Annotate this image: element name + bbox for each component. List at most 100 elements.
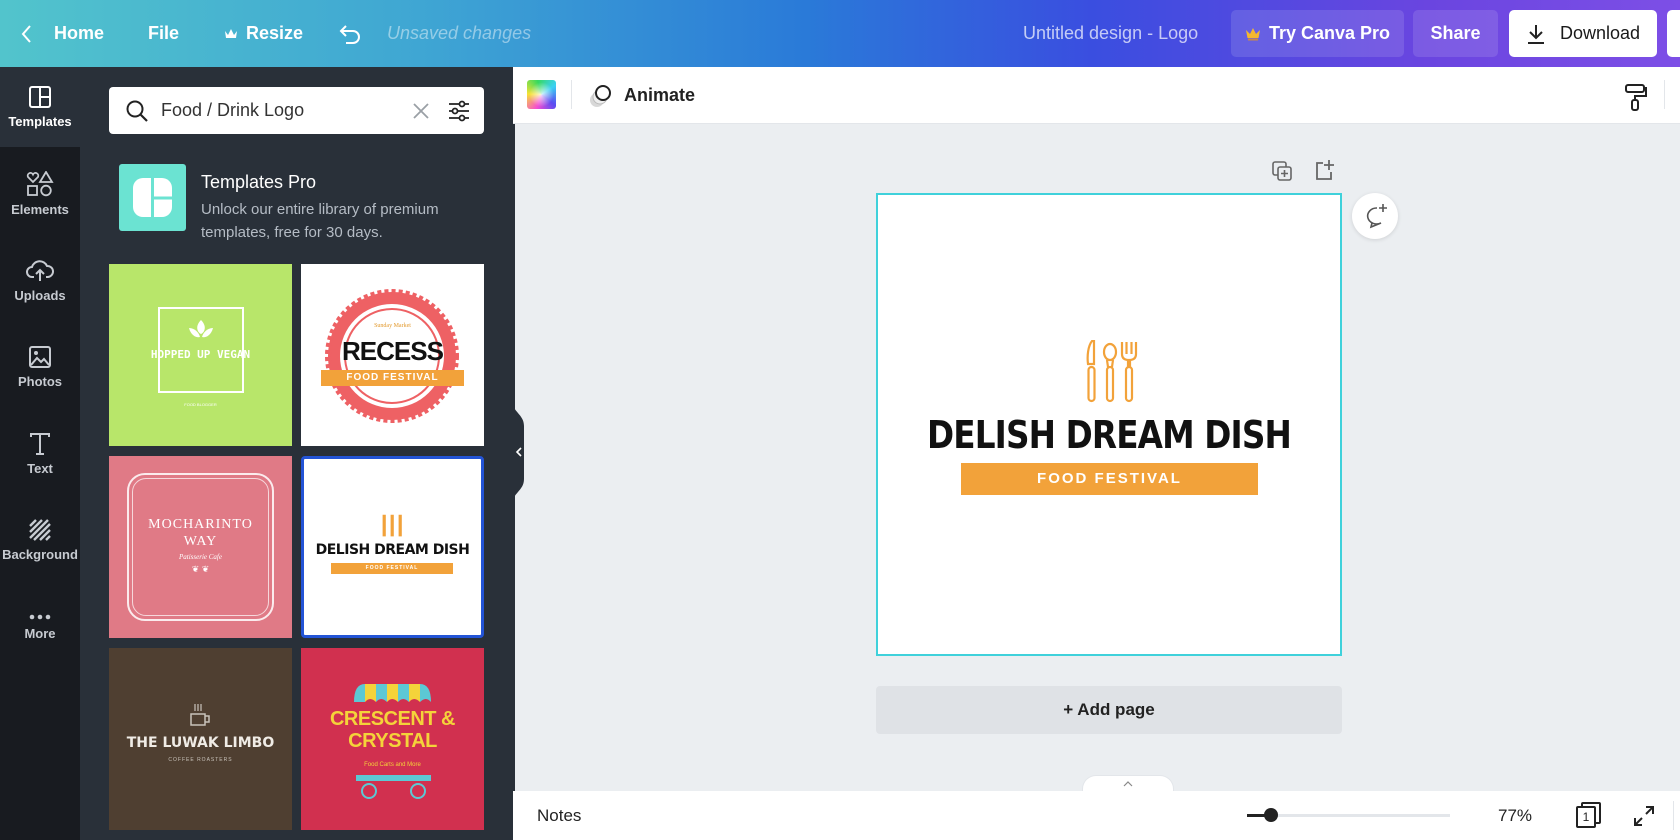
sidebar-item-more[interactable]: More bbox=[0, 587, 80, 667]
toolbar-divider bbox=[1664, 80, 1665, 109]
add-page-button[interactable]: + Add page bbox=[876, 686, 1342, 734]
page-count: 1 bbox=[1576, 806, 1596, 828]
undo-icon bbox=[339, 24, 360, 44]
templates-panel: Templates Pro Unlock our entire library … bbox=[80, 67, 515, 840]
sidebar-item-text[interactable]: Text bbox=[0, 414, 80, 494]
template-subtitle: FOOD FESTIVAL bbox=[331, 563, 453, 574]
resize-button[interactable]: Resize bbox=[224, 0, 303, 67]
template-title: DELISH DREAM DISH bbox=[315, 542, 470, 558]
animate-icon bbox=[590, 84, 611, 107]
logo-banner[interactable]: FOOD FESTIVAL bbox=[961, 463, 1258, 495]
template-tile[interactable]: Sunday Market RECESS FOOD FESTIVAL bbox=[301, 264, 484, 446]
template-title: CRESCENT & CRYSTAL bbox=[329, 708, 456, 752]
notes-button[interactable]: Notes bbox=[537, 791, 581, 840]
top-bar: Home File Resize Unsaved changes Untitle… bbox=[0, 0, 1680, 67]
sidebar-label: Background bbox=[2, 547, 78, 562]
file-menu-button[interactable]: File bbox=[148, 0, 179, 67]
template-title: RECESS bbox=[342, 336, 444, 366]
search-box bbox=[109, 87, 484, 134]
sidebar-item-background[interactable]: Background bbox=[0, 500, 80, 580]
templates-pro-icon bbox=[133, 178, 172, 217]
paint-roller-icon[interactable] bbox=[1624, 83, 1648, 111]
download-icon bbox=[1527, 24, 1544, 44]
collapse-panel-handle[interactable] bbox=[512, 400, 528, 505]
comment-add-icon bbox=[1366, 204, 1387, 229]
coffee-cup-icon bbox=[190, 704, 210, 726]
more-icon bbox=[29, 614, 51, 620]
photo-icon bbox=[29, 346, 51, 368]
cutlery-icon bbox=[382, 514, 402, 537]
add-comment-button[interactable] bbox=[1352, 193, 1398, 239]
templates-icon bbox=[29, 86, 51, 108]
template-title: MOCHARINTO WAY bbox=[148, 517, 253, 549]
animate-label: Animate bbox=[624, 85, 696, 105]
zoom-slider-handle[interactable] bbox=[1264, 808, 1279, 822]
fullscreen-icon[interactable] bbox=[1633, 805, 1655, 827]
search-icon bbox=[126, 100, 148, 122]
cutlery-icon bbox=[1086, 340, 1138, 403]
sidebar-label: Photos bbox=[17, 374, 63, 389]
design-canvas[interactable]: DELISH DREAM DISH FOOD FESTIVAL bbox=[876, 193, 1342, 656]
crown-icon bbox=[225, 28, 237, 38]
page-count-button[interactable]: 1 bbox=[1576, 802, 1602, 828]
filter-icon[interactable] bbox=[447, 99, 471, 123]
share-button[interactable]: Share bbox=[1413, 10, 1498, 57]
cart-icon bbox=[356, 775, 431, 799]
side-nav: Templates Elements Uploads Photos Text B… bbox=[0, 67, 80, 840]
color-picker-swatch[interactable] bbox=[527, 80, 556, 109]
chevron-left-icon bbox=[21, 24, 31, 43]
sidebar-label: Text bbox=[27, 461, 53, 476]
download-label: Download bbox=[1559, 23, 1641, 43]
toolbar-divider bbox=[571, 80, 572, 109]
template-tile[interactable]: HOPPED UP VEGAN FOOD BLOGGER bbox=[109, 264, 292, 446]
template-tile[interactable]: CRESCENT & CRYSTAL Food Carts and More bbox=[301, 648, 484, 830]
home-label: Home bbox=[54, 23, 105, 43]
duplicate-page-icon[interactable] bbox=[1271, 160, 1293, 182]
add-page-icon[interactable] bbox=[1314, 158, 1336, 182]
upload-cloud-icon bbox=[26, 260, 54, 281]
template-tagline: Sunday Market bbox=[374, 323, 411, 329]
template-tile[interactable]: THE LUWAK LIMBO COFFEE ROASTERS bbox=[109, 648, 292, 830]
template-subtitle: Patisserie Cafe bbox=[179, 553, 222, 561]
logo-headline[interactable]: DELISH DREAM DISH bbox=[910, 413, 1307, 457]
sidebar-item-uploads[interactable]: Uploads bbox=[0, 241, 80, 321]
awning-icon bbox=[354, 684, 431, 702]
home-button[interactable]: Home bbox=[20, 0, 104, 67]
bottom-divider bbox=[1673, 801, 1674, 830]
sidebar-label: Templates bbox=[8, 114, 72, 129]
template-subtitle: Food Carts and More bbox=[364, 762, 421, 768]
sidebar-item-elements[interactable]: Elements bbox=[0, 154, 80, 234]
ornament: ❦ ❦ bbox=[191, 564, 210, 574]
download-button[interactable]: Download bbox=[1509, 10, 1657, 57]
template-subtitle: FOOD BLOGGER bbox=[184, 402, 217, 407]
templates-pro-description: Unlock our entire library of premium tem… bbox=[201, 201, 439, 241]
template-tile[interactable]: MOCHARINTO WAY Patisserie Cafe ❦ ❦ bbox=[109, 456, 292, 638]
design-title[interactable]: Untitled design - Logo bbox=[1023, 0, 1198, 67]
editor-toolbar: Animate bbox=[513, 67, 1680, 124]
clear-search-icon[interactable] bbox=[412, 102, 430, 120]
sidebar-label: Elements bbox=[11, 202, 69, 217]
animate-button[interactable]: Animate bbox=[588, 67, 695, 124]
save-status: Unsaved changes bbox=[387, 23, 532, 43]
more-options-button[interactable] bbox=[1667, 10, 1680, 57]
template-tile-selected[interactable]: DELISH DREAM DISH FOOD FESTIVAL bbox=[301, 456, 484, 638]
template-title: HOPPED UP VEGAN bbox=[150, 348, 251, 361]
sidebar-item-templates[interactable]: Templates bbox=[0, 67, 80, 147]
chevron-up-icon bbox=[1123, 781, 1133, 787]
search-input[interactable] bbox=[161, 87, 411, 134]
templates-pro-logo bbox=[119, 164, 186, 231]
background-icon bbox=[29, 519, 51, 541]
templates-pro-title: Templates Pro bbox=[201, 172, 317, 192]
leaf-icon bbox=[189, 320, 213, 338]
try-canva-pro-button[interactable]: Try Canva Pro bbox=[1231, 10, 1404, 57]
template-subtitle: FOOD FESTIVAL bbox=[346, 372, 439, 383]
sidebar-label: Uploads bbox=[14, 288, 66, 303]
undo-button[interactable] bbox=[338, 0, 362, 67]
text-icon bbox=[30, 433, 50, 455]
template-title: THE LUWAK LIMBO bbox=[126, 735, 275, 751]
sidebar-item-photos[interactable]: Photos bbox=[0, 327, 80, 407]
zoom-level[interactable]: 77% bbox=[1498, 791, 1532, 840]
zoom-slider-track[interactable] bbox=[1247, 808, 1450, 822]
template-subtitle: COFFEE ROASTERS bbox=[168, 757, 233, 763]
sidebar-label: More bbox=[24, 626, 56, 641]
